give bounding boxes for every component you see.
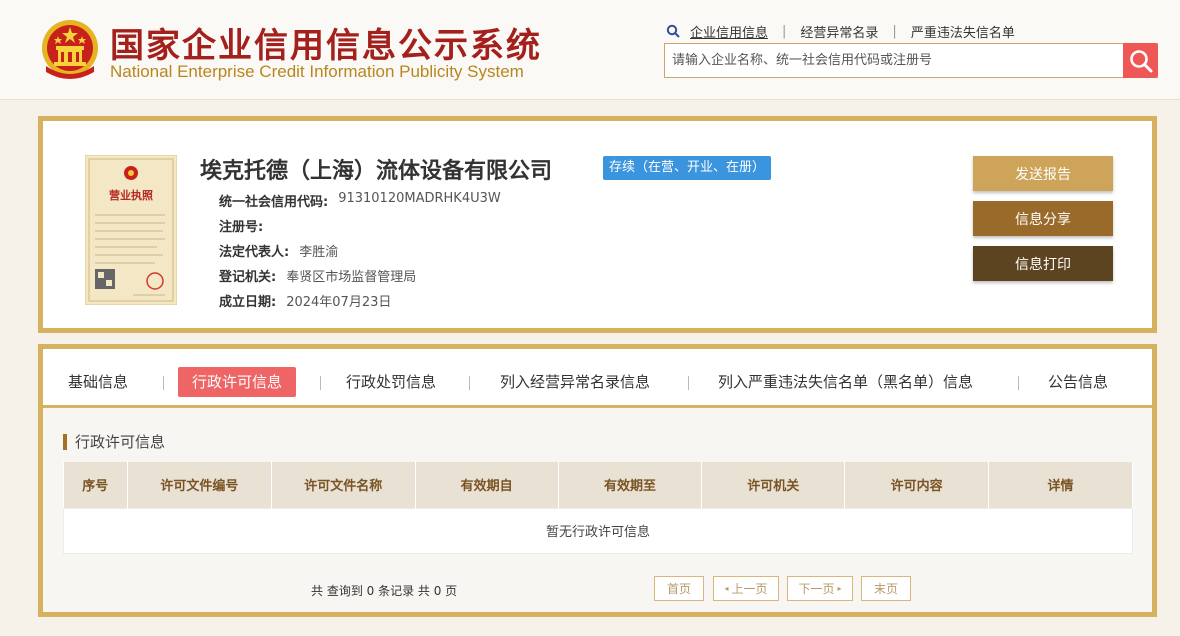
- license-table: 序号 许可文件编号 许可文件名称 有效期自 有效期至 许可机关 许可内容 详情 …: [63, 462, 1133, 554]
- pager-summary: 共 查询到 0 条记录 共 0 页: [311, 584, 458, 598]
- info-legal-rep: 法定代表人: 李胜渝: [219, 241, 338, 260]
- chevron-left-icon: ◂: [724, 584, 729, 593]
- info-value: 李胜渝: [299, 245, 339, 260]
- info-established: 成立日期: 2024年07月23日: [219, 291, 391, 310]
- info-label: 成立日期:: [219, 295, 277, 310]
- chevron-right-icon: ▸: [837, 584, 842, 593]
- status-badge: 存续（在营、开业、在册）: [603, 156, 772, 180]
- tab-separator: [469, 376, 470, 390]
- info-reg-number: 注册号:: [219, 216, 273, 235]
- company-card: 营业执照 埃克托德（上海）流体设备有限公司 存续（在营、开业、在册） 统一社会信…: [38, 116, 1157, 333]
- tab-separator: [163, 376, 164, 390]
- link-separator: |: [892, 23, 897, 39]
- tab-admin-penalty[interactable]: 行政处罚信息: [346, 367, 436, 397]
- tab-bar: 基础信息 行政许可信息 行政处罚信息 列入经营异常名录信息 列入严重违法失信名单…: [43, 349, 1152, 408]
- tab-separator: [688, 376, 689, 390]
- next-page-label: 下一页: [798, 582, 835, 596]
- search-input[interactable]: [665, 44, 1123, 77]
- search-icon: [666, 24, 680, 38]
- company-name: 埃克托德（上海）流体设备有限公司: [200, 159, 553, 184]
- tab-separator: [320, 376, 321, 390]
- license-title: 营业执照: [109, 188, 153, 202]
- info-authority: 登记机关: 奉贤区市场监督管理局: [219, 266, 416, 285]
- table-row: 暂无行政许可信息: [63, 507, 1133, 554]
- col-doc-name: 许可文件名称: [271, 462, 416, 508]
- magnifier-icon: [1129, 49, 1152, 72]
- prev-page-button[interactable]: ◂ 上一页: [713, 576, 779, 601]
- section-title: 行政许可信息: [63, 434, 165, 450]
- next-page-button[interactable]: 下一页 ▸: [787, 576, 853, 601]
- col-content: 许可内容: [844, 462, 990, 508]
- tab-announcement[interactable]: 公告信息: [1048, 367, 1108, 397]
- col-details: 详情: [988, 462, 1133, 508]
- tab-abnormal-list[interactable]: 列入经营异常名录信息: [500, 367, 650, 397]
- tab-basic-info[interactable]: 基础信息: [68, 367, 128, 397]
- national-emblem-icon: [42, 20, 98, 79]
- prev-page-label: 上一页: [731, 582, 768, 596]
- info-label: 注册号:: [219, 220, 264, 235]
- info-label: 法定代表人:: [219, 245, 290, 260]
- link-enterprise-credit[interactable]: 企业信用信息: [690, 22, 768, 41]
- search-button[interactable]: [1123, 43, 1158, 78]
- tab-separator: [1018, 376, 1019, 390]
- search-bar: [664, 43, 1158, 78]
- tab-blacklist[interactable]: 列入严重违法失信名单（黑名单）信息: [718, 367, 973, 397]
- info-credit-code: 统一社会信用代码: 91310120MADRHK4U3W: [219, 191, 501, 210]
- tab-admin-license[interactable]: 行政许可信息: [178, 367, 297, 397]
- info-label: 统一社会信用代码:: [219, 195, 329, 210]
- empty-message: 暂无行政许可信息: [63, 507, 1133, 554]
- link-blacklist[interactable]: 严重违法失信名单: [911, 22, 1015, 41]
- info-value: 2024年07月23日: [286, 295, 392, 310]
- top-nav: 企业信用信息 | 经营异常名录 | 严重违法失信名单: [666, 22, 1015, 41]
- send-report-button[interactable]: 发送报告: [973, 156, 1113, 191]
- table-header-row: 序号 许可文件编号 许可文件名称 有效期自 有效期至 许可机关 许可内容 详情: [63, 462, 1133, 508]
- site-title-cn: 国家企业信用信息公示系统: [110, 26, 542, 66]
- info-label: 登记机关:: [219, 270, 277, 285]
- link-separator: |: [782, 23, 787, 39]
- info-value: 91310120MADRHK4U3W: [338, 191, 501, 206]
- business-license-image[interactable]: 营业执照: [85, 155, 177, 305]
- first-page-button[interactable]: 首页: [654, 576, 704, 601]
- col-doc-number: 许可文件编号: [127, 462, 272, 508]
- link-abnormal-list[interactable]: 经营异常名录: [800, 22, 878, 41]
- share-info-button[interactable]: 信息分享: [973, 201, 1113, 236]
- col-authority: 许可机关: [701, 462, 846, 508]
- print-info-button[interactable]: 信息打印: [973, 246, 1113, 281]
- site-title-en: National Enterprise Credit Information P…: [110, 62, 524, 81]
- col-valid-to: 有效期至: [558, 462, 703, 508]
- col-valid-from: 有效期自: [415, 462, 559, 508]
- last-page-button[interactable]: 末页: [861, 576, 911, 601]
- col-index: 序号: [63, 462, 128, 508]
- site-header: 国家企业信用信息公示系统 National Enterprise Credit …: [0, 0, 1180, 100]
- info-value: 奉贤区市场监督管理局: [286, 270, 417, 285]
- detail-panel: 基础信息 行政许可信息 行政处罚信息 列入经营异常名录信息 列入严重违法失信名单…: [38, 344, 1157, 617]
